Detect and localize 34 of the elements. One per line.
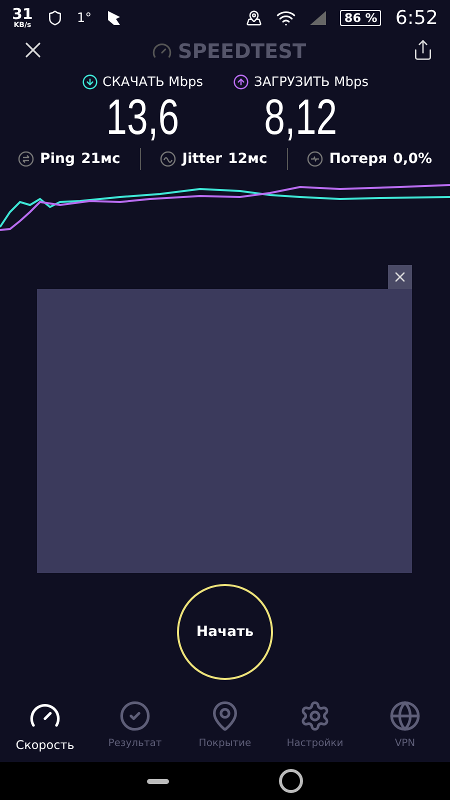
location-icon [246, 10, 262, 26]
result-label: ЗАГРУЗИТЬ Mbps [254, 74, 368, 90]
app-title: SPEEDTEST [178, 39, 306, 63]
stat-label: Потеря [329, 151, 388, 167]
ping-icon [18, 151, 34, 167]
home-button[interactable] [279, 769, 303, 793]
loss-icon [307, 151, 324, 167]
settings-icon [299, 700, 331, 732]
result-value: 8,12 [264, 90, 338, 145]
stat-label: Jitter [182, 151, 222, 167]
shield-icon [46, 10, 63, 26]
network-speed: 31 [12, 7, 33, 22]
nav-tab[interactable]: Настройки [270, 694, 360, 762]
battery-indicator: 86 % [340, 10, 382, 26]
clock: 6:52 [395, 7, 438, 29]
start-button[interactable]: Начать [177, 584, 273, 680]
check-circle-icon [119, 700, 151, 732]
result-value: 13,6 [106, 90, 179, 145]
share-icon [412, 38, 434, 60]
stat-value: 12мс [228, 151, 268, 167]
nav-tab[interactable]: Покрытие [180, 694, 270, 762]
close-ad-button[interactable] [388, 265, 412, 289]
nav-tab[interactable]: Скорость [0, 694, 90, 762]
stat-label: Ping [40, 151, 76, 167]
nav-tab[interactable]: VPN [360, 694, 450, 762]
signal-icon [310, 11, 326, 25]
stat-value: 0,0% [393, 151, 432, 167]
back-gesture-icon[interactable] [147, 778, 169, 784]
temperature: 1° [76, 10, 92, 26]
stat-value: 21мс [81, 151, 120, 167]
wave-icon [160, 151, 176, 167]
result-label: СКАЧАТЬ Mbps [102, 74, 204, 90]
app-notification-icon [106, 10, 122, 26]
nav-tab[interactable]: Результат [90, 694, 180, 762]
